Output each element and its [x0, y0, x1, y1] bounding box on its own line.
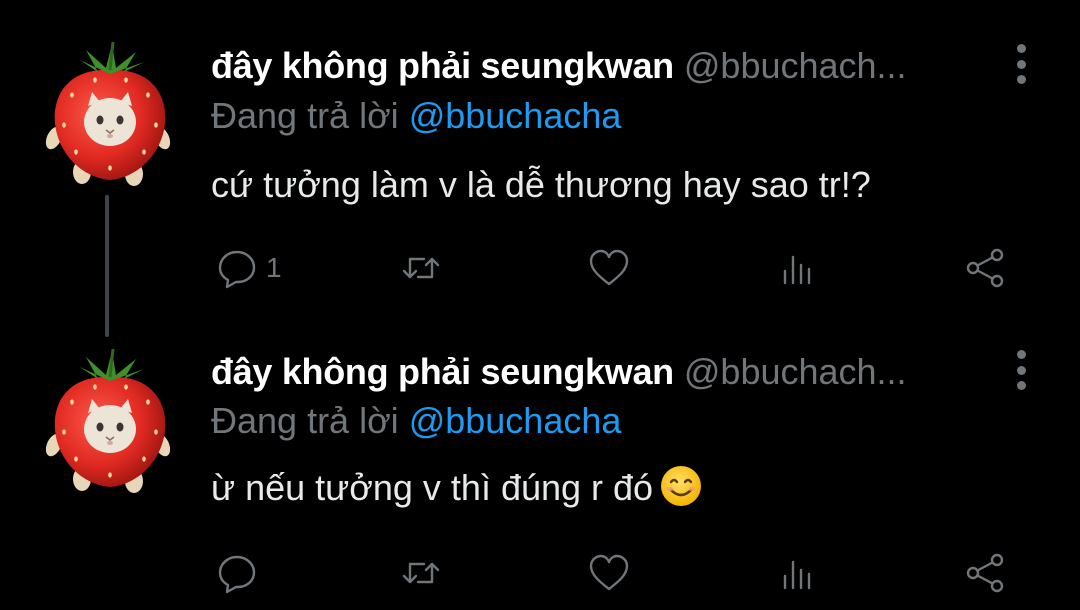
tweet[interactable]: đây không phải seungkwan @bbuchach... Đan…	[0, 0, 1080, 337]
like-button[interactable]	[586, 240, 632, 296]
retweet-icon	[402, 257, 440, 279]
display-name[interactable]: đây không phải seungkwan	[211, 45, 674, 86]
heart-icon	[589, 554, 629, 591]
tweet-header: đây không phải seungkwan @bbuchach...	[211, 348, 1001, 396]
display-name[interactable]: đây không phải seungkwan	[211, 351, 674, 392]
analytics-button[interactable]	[775, 545, 821, 601]
user-handle[interactable]: @bbuchach...	[684, 45, 907, 86]
tweet-header: đây không phải seungkwan @bbuchach...	[211, 42, 1001, 90]
retweet-button[interactable]	[398, 545, 444, 601]
share-button[interactable]	[962, 240, 1008, 296]
retweet-icon	[402, 562, 440, 584]
reply-button[interactable]	[214, 545, 266, 601]
reply-prefix: Đang trả lời	[211, 95, 399, 136]
analytics-icon	[783, 560, 811, 590]
smiling-face-icon	[661, 466, 702, 506]
tweet[interactable]: đây không phải seungkwan @bbuchach... Đan…	[0, 305, 1080, 610]
more-vertical-icon[interactable]	[1010, 44, 1032, 84]
action-bar: 1	[0, 240, 1080, 296]
tweet-text-content: ừ nếu tưởng v thì đúng r đó	[211, 467, 654, 508]
tweet-text: ừ nếu tưởng v thì đúng r đó	[211, 463, 703, 513]
avatar[interactable]	[40, 347, 180, 497]
replying-to: Đang trả lời @bbuchacha	[211, 398, 621, 444]
like-button[interactable]	[586, 545, 632, 601]
reply-button[interactable]: 1	[214, 240, 282, 296]
user-handle[interactable]: @bbuchach...	[684, 351, 907, 392]
share-button[interactable]	[962, 545, 1008, 601]
reply-prefix: Đang trả lời	[211, 400, 399, 441]
retweet-button[interactable]	[398, 240, 444, 296]
reply-target-link[interactable]: @bbuchacha	[409, 95, 622, 136]
analytics-button[interactable]	[775, 240, 821, 296]
more-vertical-icon[interactable]	[1010, 350, 1032, 390]
share-icon	[966, 248, 1004, 288]
analytics-icon	[783, 255, 811, 285]
comment-icon	[218, 555, 256, 594]
reply-target-link[interactable]: @bbuchacha	[409, 400, 622, 441]
share-icon	[966, 553, 1004, 593]
comment-icon	[218, 250, 256, 289]
heart-icon	[589, 249, 629, 286]
tweet-text: cứ tưởng làm v là dễ thương hay sao tr!?	[211, 164, 871, 205]
replying-to: Đang trả lời @bbuchacha	[211, 93, 621, 139]
avatar[interactable]	[40, 40, 180, 190]
action-bar	[0, 545, 1080, 601]
reply-count: 1	[266, 252, 282, 283]
